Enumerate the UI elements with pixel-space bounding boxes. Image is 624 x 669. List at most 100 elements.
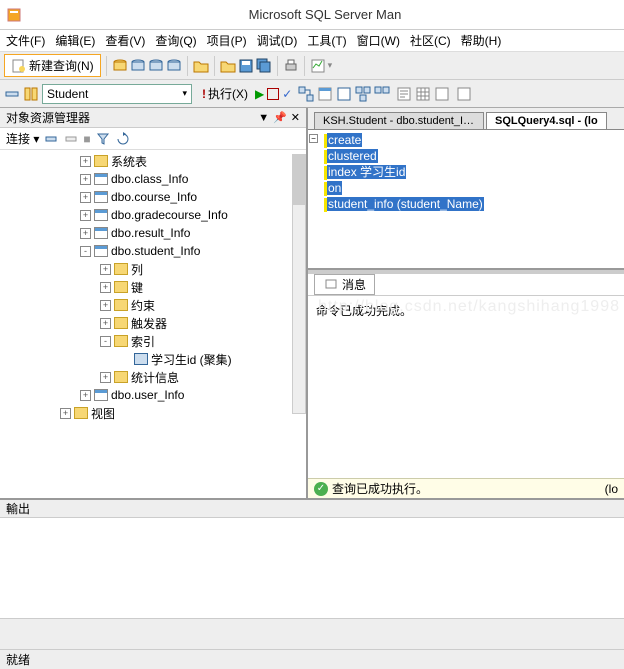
close-icon[interactable]: ✕ (291, 111, 300, 124)
estplan-icon[interactable] (298, 86, 314, 102)
expand-icon[interactable]: + (80, 228, 91, 239)
db-icon[interactable] (112, 58, 128, 74)
expand-icon[interactable]: - (100, 336, 111, 347)
include-plan-icon[interactable] (355, 86, 371, 102)
fold-icon[interactable]: − (309, 134, 318, 143)
expand-icon[interactable]: + (80, 210, 91, 221)
tree-node-label: dbo.result_Info (111, 226, 190, 240)
db-context-icon[interactable] (23, 86, 39, 102)
stop-icon[interactable]: ■ (83, 132, 90, 146)
menu-community[interactable]: 社区(C) (410, 32, 451, 49)
menu-file[interactable]: 文件(F) (6, 32, 45, 49)
tree-node[interactable]: - dbo.student_Info (0, 242, 306, 260)
results-grid-icon[interactable] (415, 86, 431, 102)
dropdown-icon[interactable]: ▾ (328, 60, 333, 71)
tree-node[interactable]: + dbo.user_Info (0, 386, 306, 404)
dropdown-icon[interactable]: ▼ (258, 112, 269, 124)
db-icon-3[interactable] (148, 58, 164, 74)
menu-help[interactable]: 帮助(H) (461, 32, 502, 49)
connect-icon[interactable] (43, 131, 59, 147)
expand-icon[interactable]: + (80, 390, 91, 401)
print-icon[interactable] (283, 58, 299, 74)
expand-icon[interactable]: + (80, 156, 91, 167)
tree-node[interactable]: + dbo.result_Info (0, 224, 306, 242)
tree-node-label: 统计信息 (131, 369, 179, 386)
expand-icon[interactable]: + (100, 264, 111, 275)
tree-node[interactable]: +约束 (0, 296, 306, 314)
expand-icon[interactable]: + (60, 408, 71, 419)
scrollbar[interactable] (292, 154, 306, 414)
tree-node[interactable]: - 索引 (0, 332, 306, 350)
output-header: 輸出 (0, 500, 624, 518)
open-icon-2[interactable] (220, 58, 236, 74)
menu-query[interactable]: 查询(Q) (155, 32, 196, 49)
pin-icon[interactable]: 📌 (273, 111, 287, 124)
activity-icon[interactable] (310, 58, 326, 74)
menu-view[interactable]: 查看(V) (105, 32, 145, 49)
folder-icon (114, 281, 128, 293)
idx-icon (134, 353, 148, 365)
toolbar-main: 新建查询(N) ▾ (0, 52, 624, 80)
stop-icon[interactable] (267, 88, 279, 100)
menu-project[interactable]: 项目(P) (207, 32, 247, 49)
tree-node[interactable]: + 统计信息 (0, 368, 306, 386)
refresh-icon[interactable] (115, 131, 131, 147)
output-body[interactable] (0, 518, 624, 618)
expand-icon[interactable]: + (100, 318, 111, 329)
parse-icon[interactable]: ✓ (282, 87, 292, 101)
tree-node[interactable]: +键 (0, 278, 306, 296)
menu-edit[interactable]: 编辑(E) (55, 32, 95, 49)
db-icon-4[interactable] (166, 58, 182, 74)
include-stats-icon[interactable] (374, 86, 390, 102)
expand-icon[interactable]: + (80, 192, 91, 203)
disconnect-icon[interactable] (63, 131, 79, 147)
database-combo[interactable]: Student ▾ (42, 84, 192, 104)
tree-node[interactable]: +dbo.gradecourse_Info (0, 206, 306, 224)
messages-body[interactable]: http://blog.csdn.net/kangshihang1998 命令已… (308, 296, 624, 478)
tree-node[interactable]: 学习生id (聚集) (0, 350, 306, 368)
comment-icon[interactable] (456, 86, 472, 102)
sql-line: clustered (324, 148, 624, 164)
messages-tab[interactable]: 消息 (314, 274, 375, 295)
tree-node[interactable]: +dbo.course_Info (0, 188, 306, 206)
tree-node-label: dbo.student_Info (111, 244, 200, 258)
connect-button[interactable]: 连接 ▾ (6, 130, 39, 147)
editor-tab[interactable]: KSH.Student - dbo.student_Info (314, 112, 484, 129)
qopts-icon[interactable] (317, 86, 333, 102)
execute-label: 执行(X) (208, 85, 248, 102)
intellisense-icon[interactable] (336, 86, 352, 102)
menu-debug[interactable]: 调试(D) (257, 32, 298, 49)
expand-icon[interactable]: - (80, 246, 91, 257)
output-panel: 輸出 (0, 498, 624, 618)
tree-node[interactable]: +dbo.class_Info (0, 170, 306, 188)
objexp-header: 对象资源管理器 ▼ 📌 ✕ (0, 108, 306, 128)
tree-node[interactable]: +触发器 (0, 314, 306, 332)
expand-icon[interactable]: + (100, 300, 111, 311)
menu-tools[interactable]: 工具(T) (307, 32, 346, 49)
sql-line: create (324, 132, 624, 148)
tree-node-label: 学习生id (聚集) (151, 351, 232, 368)
expand-icon[interactable]: + (80, 174, 91, 185)
change-conn-icon[interactable] (4, 86, 20, 102)
debug-play-icon[interactable]: ▶ (255, 87, 264, 101)
expand-icon[interactable]: + (100, 372, 111, 383)
results-text-icon[interactable] (396, 86, 412, 102)
results-file-icon[interactable] (434, 86, 450, 102)
save-icon[interactable] (238, 58, 254, 74)
tree-node[interactable]: +列 (0, 260, 306, 278)
editor-tab[interactable]: SQLQuery4.sql - (lo (486, 112, 607, 129)
new-query-button[interactable]: 新建查询(N) (4, 54, 101, 77)
execute-button[interactable]: ! 执行(X) (198, 84, 252, 103)
filter-icon[interactable] (95, 131, 111, 147)
objexp-tree[interactable]: +系统表+dbo.class_Info+dbo.course_Info+dbo.… (0, 150, 306, 498)
tree-node[interactable]: +视图 (0, 404, 306, 422)
tree-node[interactable]: +系统表 (0, 152, 306, 170)
expand-icon[interactable]: + (100, 282, 111, 293)
menu-window[interactable]: 窗口(W) (357, 32, 400, 49)
sql-editor[interactable]: − createclusteredindex 学习生idonstudent_in… (308, 130, 624, 270)
db-icon-2[interactable] (130, 58, 146, 74)
save-all-icon[interactable] (256, 58, 272, 74)
tree-node-label: 索引 (131, 333, 155, 350)
open-icon[interactable] (193, 58, 209, 74)
tree-node-label: dbo.user_Info (111, 388, 184, 402)
